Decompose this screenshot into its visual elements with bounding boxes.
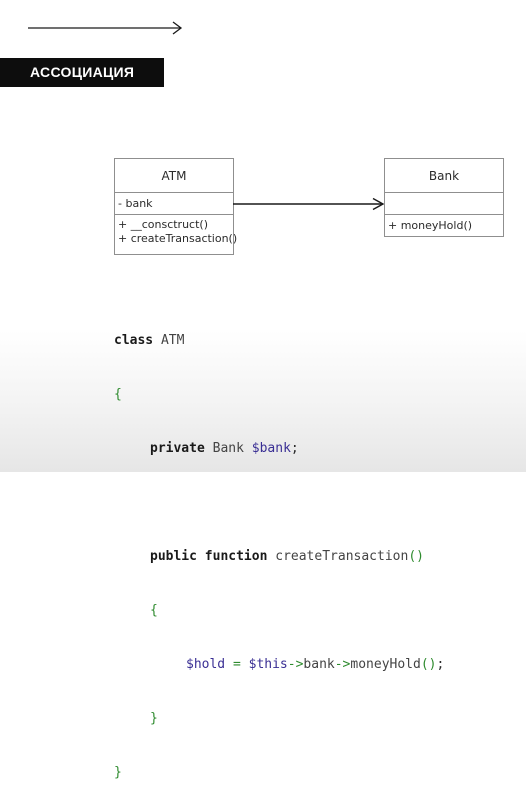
arrow-operator: -> <box>287 657 304 672</box>
public-keyword: public <box>150 549 197 564</box>
property-type: Bank <box>212 441 244 456</box>
property-variable: $bank <box>251 441 291 456</box>
atm-class-name: ATM <box>115 159 233 193</box>
code-line-class: class ATM <box>114 332 444 350</box>
method-parens: () <box>408 549 424 564</box>
close-brace: } <box>114 765 122 780</box>
this-variable: $this <box>248 657 288 672</box>
method-close-brace: } <box>150 711 158 726</box>
code-line-property: private Bank $bank; <box>114 440 444 458</box>
method-open-brace: { <box>150 603 158 618</box>
bank-attributes <box>385 193 503 215</box>
page-title: АССОЦИАЦИЯ <box>0 58 164 87</box>
bank-class-name: Bank <box>385 159 503 193</box>
method-name: createTransaction <box>275 549 409 564</box>
code-line-open: { <box>114 386 444 404</box>
private-keyword: private <box>150 441 205 456</box>
bank-class-box: Bank + moneyHold() <box>384 158 504 237</box>
arrow-operator: -> <box>334 657 351 672</box>
function-keyword: function <box>204 549 268 564</box>
atm-operations: + __consctruct() + createTransaction() <box>115 215 238 246</box>
code-line-method: public function createTransaction() <box>114 548 444 566</box>
class-name: ATM <box>160 333 185 348</box>
call-parens: () <box>420 657 437 672</box>
association-connector <box>233 197 385 211</box>
code-sample: class ATM { private Bank $bank; public f… <box>114 296 444 800</box>
code-line-close: } <box>114 764 444 782</box>
hold-variable: $hold <box>186 657 226 672</box>
bank-operation: + moneyHold() <box>388 219 473 232</box>
semicolon: ; <box>290 441 299 456</box>
atm-class-box: ATM - bank + __consctruct() + createTran… <box>114 158 238 255</box>
atm-operation: + createTransaction() <box>118 232 238 245</box>
association-arrow-icon <box>28 21 183 35</box>
bank-operations: + moneyHold() <box>385 215 503 233</box>
code-line-body: $hold = $this->bank->moneyHold(); <box>114 656 444 674</box>
end-semicolon: ; <box>436 657 445 672</box>
code-line-method-close: } <box>114 710 444 728</box>
class-keyword: class <box>114 333 154 348</box>
money-hold-call: moneyHold <box>350 657 421 672</box>
assign-operator: = <box>225 657 249 672</box>
code-line-method-open: { <box>114 602 444 620</box>
bank-property: bank <box>303 657 335 672</box>
atm-attribute: - bank <box>118 197 153 210</box>
atm-operation: + __consctruct() <box>118 218 208 231</box>
atm-attributes: - bank <box>115 193 233 215</box>
open-brace: { <box>114 387 122 402</box>
